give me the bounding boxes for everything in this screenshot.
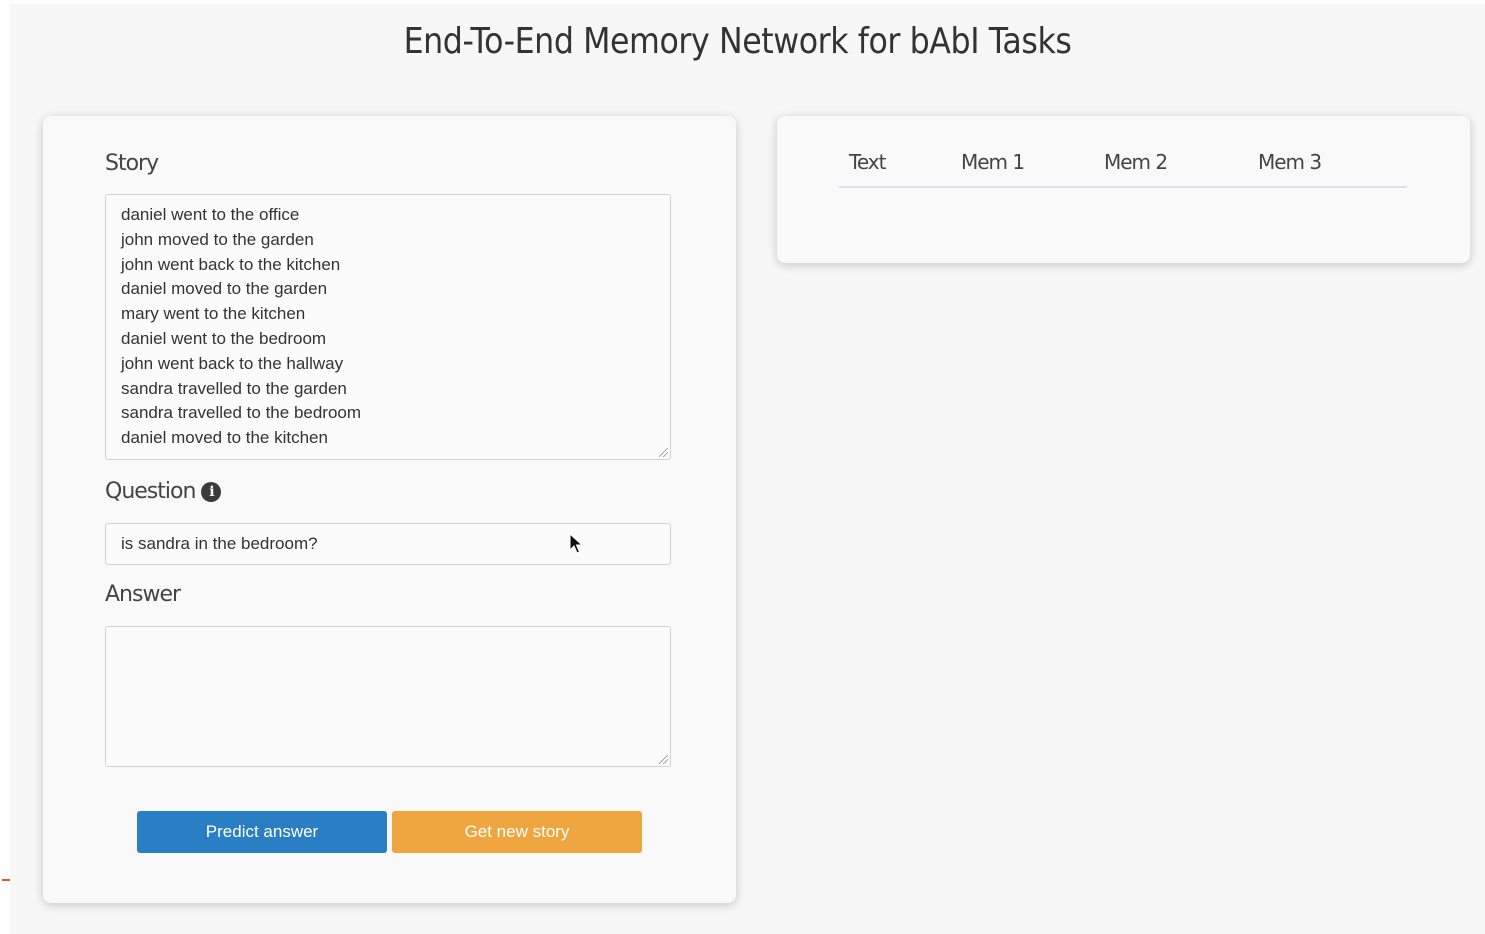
story-line: john went back to the hallway: [121, 353, 344, 373]
question-label-row: Question i: [105, 478, 222, 506]
story-textarea[interactable]: daniel went to the office john moved to …: [105, 194, 671, 460]
get-new-story-button[interactable]: Get new story: [392, 811, 642, 853]
memory-panel: Text Mem 1 Mem 2 Mem 3: [777, 116, 1470, 263]
info-circle-icon[interactable]: i: [201, 482, 222, 502]
mouse-pointer-icon: [569, 533, 583, 554]
story-line: john went back to the kitchen: [121, 254, 341, 274]
story-line: daniel went to the office: [121, 205, 300, 224]
input-panel: Story daniel went to the office john mov…: [43, 116, 736, 903]
story-line: sandra travelled to the bedroom: [121, 403, 362, 423]
column-header-mem-3: Mem 3: [1258, 150, 1322, 174]
question-value: is sandra in the bedroom?: [121, 534, 318, 553]
story-line: sandra travelled to the garden: [121, 378, 347, 398]
answer-resize-handle[interactable]: [659, 755, 668, 764]
question-label: Question: [105, 479, 196, 504]
page-title: End-To-End Memory Network for bAbI Tasks: [403, 21, 1072, 62]
question-input[interactable]: is sandra in the bedroom?: [105, 523, 671, 565]
answer-label: Answer: [105, 582, 181, 607]
predict-answer-button[interactable]: Predict answer: [137, 811, 387, 853]
column-header-mem-2: Mem 2: [1104, 150, 1168, 174]
story-line: john moved to the garden: [121, 229, 314, 249]
story-line: daniel went to the bedroom: [121, 328, 327, 348]
memory-table-header: Text Mem 1 Mem 2 Mem 3: [839, 146, 1407, 188]
story-line: daniel moved to the kitchen: [121, 428, 328, 448]
edge-marker: [2, 879, 10, 881]
column-header-mem-1: Mem 1: [961, 150, 1025, 174]
story-resize-handle[interactable]: [659, 448, 668, 457]
story-line: mary went to the kitchen: [121, 304, 306, 324]
story-line: daniel moved to the garden: [121, 279, 328, 299]
story-label: Story: [105, 151, 159, 176]
answer-textarea[interactable]: [105, 626, 671, 767]
column-header-text: Text: [849, 150, 886, 174]
